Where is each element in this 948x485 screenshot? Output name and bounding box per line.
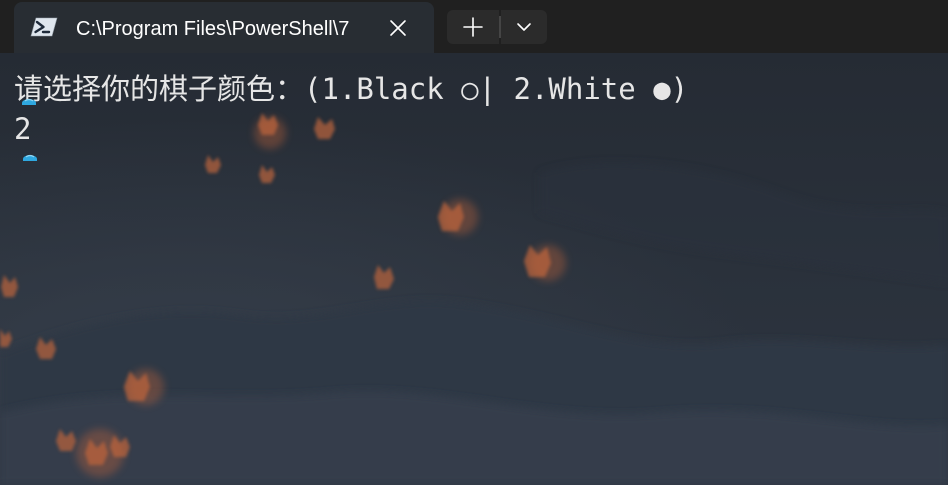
terminal-output[interactable]: 请选择你的棋子颜色：(1.Black ○| 2.White ●) 2 [0,53,948,485]
terminal-window: C:\Program Files\PowerShell\7 请选择你的棋子颜色：… [0,0,948,485]
new-tab-button[interactable] [447,10,499,44]
chevron-down-icon [517,23,531,31]
shell-integration-mark-icon [22,98,36,105]
shell-integration-mark-icon [23,154,37,161]
tab-title: C:\Program Files\PowerShell\7 [76,18,350,40]
tab-dropdown-button[interactable] [501,10,547,44]
input-line: 2 [14,112,32,146]
plus-icon [463,17,483,37]
tab-bar: C:\Program Files\PowerShell\7 [0,0,948,53]
close-icon[interactable] [386,16,410,40]
powershell-icon [30,17,58,37]
prompt-line: 请选择你的棋子颜色：(1.Black ○| 2.White ●) [14,72,689,106]
active-tab[interactable]: C:\Program Files\PowerShell\7 [14,2,434,53]
